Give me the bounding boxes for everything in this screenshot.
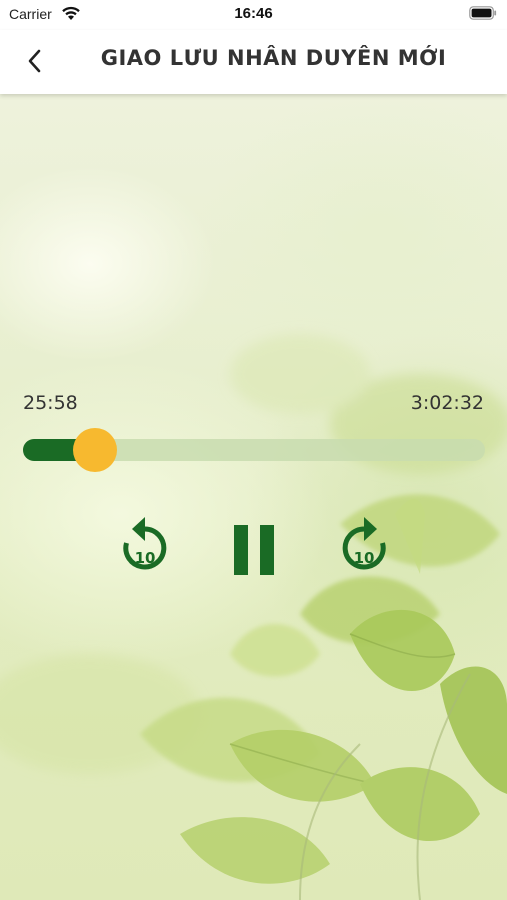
nav-header: GIAO LƯU NHÂN DUYÊN MỚI [0, 30, 507, 94]
status-bar: Carrier 16:46 [0, 0, 507, 30]
pause-button[interactable] [224, 515, 284, 581]
rewind-10-button[interactable]: 10 [115, 515, 175, 581]
rewind-seconds-label: 10 [135, 549, 156, 567]
progress-thumb[interactable] [72, 428, 117, 472]
rewind-10-icon: 10 [123, 517, 167, 570]
forward-10-button[interactable]: 10 [334, 515, 394, 581]
forward-seconds-label: 10 [354, 549, 375, 567]
current-time: 25:58 [23, 392, 78, 414]
total-time: 3:02:32 [410, 392, 484, 414]
progress-slider[interactable] [23, 428, 485, 472]
chevron-left-icon [28, 49, 41, 73]
forward-10-icon: 10 [342, 517, 386, 570]
battery-icon [469, 6, 497, 20]
background-image [0, 94, 507, 900]
leaves-illustration [0, 334, 507, 900]
back-button[interactable] [18, 44, 52, 78]
pause-icon [234, 525, 274, 575]
page-title: GIAO LƯU NHÂN DUYÊN MỚI [100, 46, 447, 70]
playback-controls: 10 10 [0, 515, 507, 585]
status-clock: 16:46 [234, 5, 273, 22]
